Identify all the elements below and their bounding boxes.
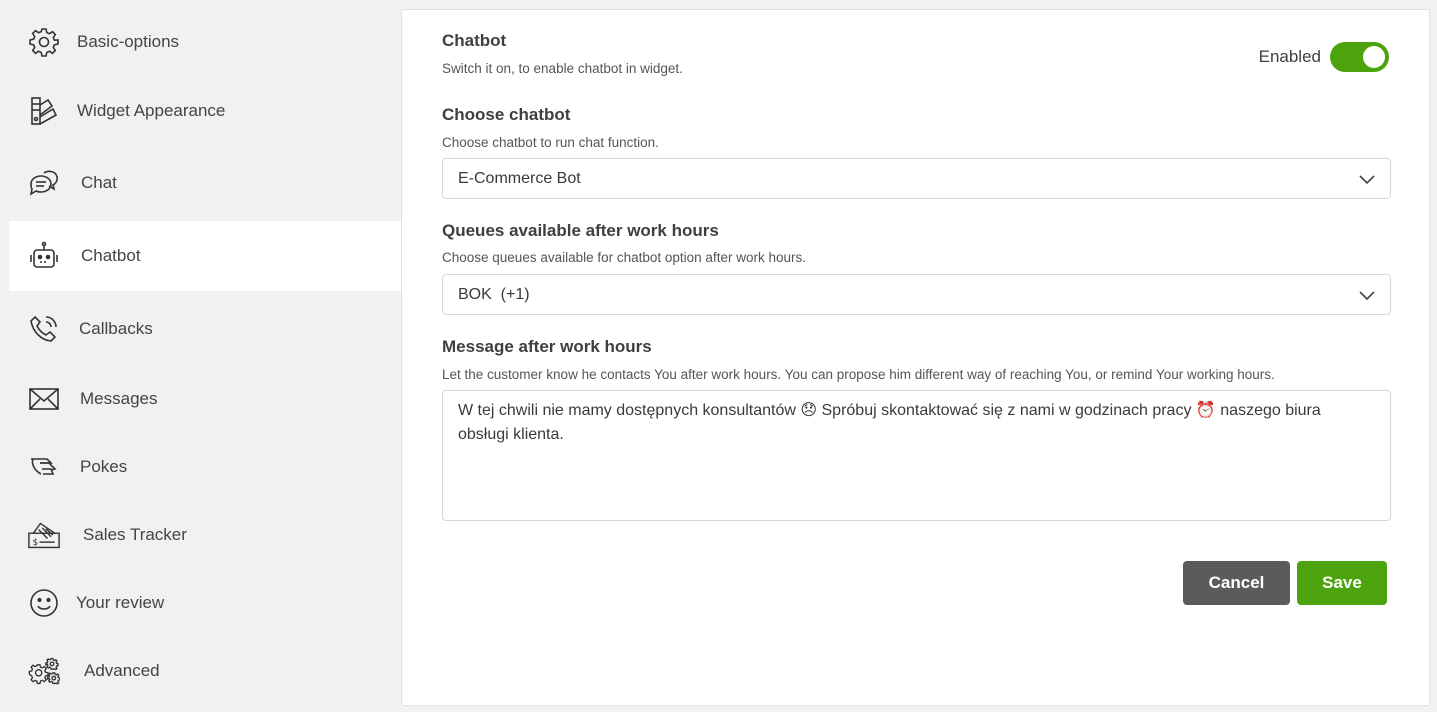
message-desc: Let the customer know he contacts You af… bbox=[442, 367, 1275, 382]
sidebar-item-chat[interactable]: Chat bbox=[9, 148, 402, 218]
choose-chatbot-title: Choose chatbot bbox=[442, 105, 571, 124]
queues-select[interactable]: BOK (+1) bbox=[442, 274, 1391, 315]
message-textarea[interactable]: W tej chwili nie mamy dostępnych konsult… bbox=[442, 390, 1391, 521]
queues-desc: Choose queues available for chatbot opti… bbox=[442, 250, 806, 265]
sidebar-item-label: Widget Appearance bbox=[77, 101, 226, 120]
queues-title: Queues available after work hours bbox=[442, 221, 719, 240]
svg-text:$: $ bbox=[32, 538, 38, 548]
phone-icon bbox=[27, 312, 61, 346]
toggle-knob bbox=[1363, 46, 1385, 68]
sidebar-item-sales-tracker[interactable]: $ Sales Tracker bbox=[9, 500, 402, 570]
message-title: Message after work hours bbox=[442, 337, 652, 356]
chevron-down-icon bbox=[1359, 175, 1375, 185]
toggle-label: Enabled bbox=[1258, 47, 1321, 66]
sidebar-item-label: Sales Tracker bbox=[83, 525, 187, 544]
money-tag-icon: $ bbox=[27, 518, 61, 552]
robot-icon bbox=[27, 239, 61, 273]
sidebar-item-label: Messages bbox=[80, 389, 158, 408]
chat-bubbles-icon bbox=[27, 166, 61, 200]
queues-select-value: BOK (+1) bbox=[458, 286, 530, 303]
chatbot-enabled-toggle[interactable] bbox=[1330, 42, 1389, 72]
sidebar-item-widget-appearance[interactable]: Widget Appearance bbox=[9, 76, 402, 146]
gear-icon bbox=[27, 25, 61, 59]
chevron-down-icon bbox=[1359, 291, 1375, 301]
gears-icon bbox=[27, 654, 61, 688]
chatbot-toggle-group: Enabled bbox=[1259, 42, 1389, 72]
chatbot-select-value: E-Commerce Bot bbox=[458, 170, 581, 187]
palette-icon bbox=[27, 94, 61, 128]
sidebar-item-label: Basic-options bbox=[77, 32, 180, 51]
sidebar-item-advanced[interactable]: Advanced bbox=[9, 636, 402, 706]
sidebar-item-pokes[interactable]: Pokes bbox=[9, 432, 402, 502]
chatbot-select[interactable]: E-Commerce Bot bbox=[442, 158, 1391, 199]
chatbot-section-desc: Switch it on, to enable chatbot in widge… bbox=[442, 61, 683, 76]
sidebar-item-label: Chatbot bbox=[81, 246, 141, 265]
sidebar-item-label: Advanced bbox=[84, 661, 160, 680]
sidebar-item-messages[interactable]: Messages bbox=[9, 364, 402, 434]
save-button[interactable]: Save bbox=[1297, 561, 1387, 605]
chatbot-section-title: Chatbot bbox=[442, 31, 507, 50]
sidebar-item-label: Pokes bbox=[80, 457, 128, 476]
hand-icon bbox=[27, 450, 61, 484]
sidebar-item-chatbot[interactable]: Chatbot bbox=[9, 221, 402, 291]
sidebar-item-your-review[interactable]: Your review bbox=[9, 568, 402, 638]
choose-chatbot-desc: Choose chatbot to run chat function. bbox=[442, 135, 659, 150]
sidebar: Basic-options Widget Appearance Chat Cha… bbox=[0, 0, 402, 712]
sidebar-item-label: Your review bbox=[76, 593, 165, 612]
smiley-icon bbox=[27, 586, 61, 620]
envelope-icon bbox=[27, 382, 61, 416]
sidebar-item-label: Callbacks bbox=[79, 319, 153, 338]
sidebar-item-basic-options[interactable]: Basic-options bbox=[9, 7, 402, 77]
sidebar-item-label: Chat bbox=[81, 173, 117, 192]
sidebar-item-callbacks[interactable]: Callbacks bbox=[9, 294, 402, 364]
cancel-button[interactable]: Cancel bbox=[1183, 561, 1290, 605]
chatbot-settings-panel: Chatbot Switch it on, to enable chatbot … bbox=[401, 9, 1430, 706]
